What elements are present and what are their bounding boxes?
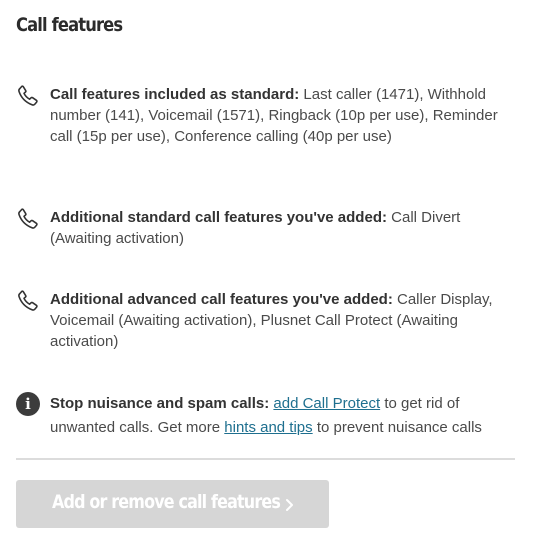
phone-icon	[16, 289, 40, 313]
phone-icon	[16, 207, 40, 231]
add-remove-call-features-button[interactable]: Add or remove call features	[16, 480, 329, 528]
button-label: Add or remove call features	[52, 491, 281, 513]
feature-description: Call features included as standard: Last…	[50, 84, 510, 147]
info-icon: i	[16, 392, 40, 416]
section-title: Call features	[16, 14, 123, 36]
phone-icon	[16, 84, 40, 108]
add-call-protect-link[interactable]: add Call Protect	[273, 395, 380, 412]
feature-description: Additional standard call features you've…	[50, 207, 510, 249]
button-content: Add or remove call features	[52, 491, 323, 513]
chevron-right-icon	[284, 498, 296, 512]
hints-and-tips-link[interactable]: hints and tips	[224, 419, 312, 436]
feature-description: Additional advanced call features you've…	[50, 289, 510, 352]
call-features-panel: Call features Call features included as …	[0, 0, 539, 548]
notice-heading: Stop nuisance and spam calls:	[50, 395, 270, 412]
feature-heading: Additional standard call features you've…	[50, 209, 387, 226]
notice-text-2: to prevent nuisance calls	[316, 419, 482, 436]
divider	[16, 458, 515, 460]
notice-text: Stop nuisance and spam calls: add Call P…	[50, 392, 510, 440]
feature-heading: Call features included as standard:	[50, 86, 300, 103]
feature-heading: Additional advanced call features you've…	[50, 291, 393, 308]
